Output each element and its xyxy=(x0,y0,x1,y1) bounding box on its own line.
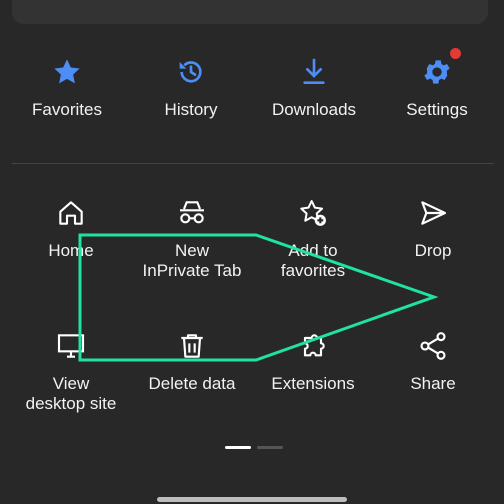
annotation-arrow-overlay xyxy=(78,233,439,362)
gesture-nav-bar[interactable] xyxy=(157,497,347,502)
